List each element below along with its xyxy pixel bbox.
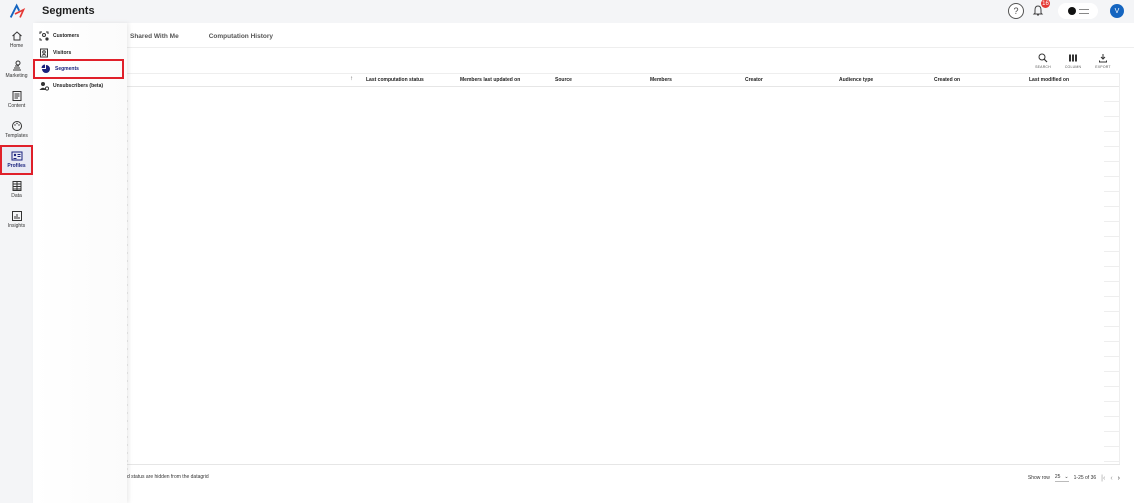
row-separator bbox=[1104, 146, 1120, 147]
sort-ascending-icon[interactable]: ↑ bbox=[350, 76, 353, 82]
grid-bottom-border bbox=[33, 464, 1120, 465]
profile-card-icon bbox=[11, 151, 22, 161]
column-header-created-on[interactable]: Created on bbox=[934, 77, 960, 83]
row-separator bbox=[1104, 326, 1120, 327]
download-icon bbox=[1099, 54, 1107, 63]
columns-icon bbox=[1069, 54, 1077, 62]
row-separator bbox=[1104, 176, 1120, 177]
export-button[interactable]: EXPORT bbox=[1094, 53, 1112, 69]
page-title: Segments bbox=[42, 5, 95, 17]
marketing-icon bbox=[12, 60, 21, 71]
column-header-members-last-updated[interactable]: Members last updated on bbox=[460, 77, 520, 83]
rail-item-content[interactable]: Content bbox=[0, 87, 33, 115]
pie-chart-icon bbox=[41, 64, 50, 73]
top-bar: Segments ? 16 V bbox=[0, 0, 1134, 23]
column-header-creator[interactable]: Creator bbox=[745, 77, 763, 83]
data-icon bbox=[12, 181, 21, 191]
row-separator bbox=[1104, 266, 1120, 267]
row-separator bbox=[1104, 101, 1120, 102]
search-button[interactable]: SEARCH bbox=[1034, 53, 1052, 69]
palette-icon bbox=[11, 121, 22, 131]
row-separator bbox=[1104, 191, 1120, 192]
tab-shared-with-me[interactable]: Shared With Me bbox=[128, 31, 181, 42]
row-separator bbox=[1104, 341, 1120, 342]
row-separator bbox=[1104, 251, 1120, 252]
row-separator bbox=[1104, 401, 1120, 402]
prev-page-icon[interactable]: ‹ bbox=[1110, 475, 1112, 482]
grid-body bbox=[33, 87, 1120, 465]
row-separator bbox=[1104, 356, 1120, 357]
left-rail: Home Marketing Content Templates Profile… bbox=[0, 23, 33, 503]
customers-icon bbox=[39, 31, 49, 41]
tab-bar: Shared With Me Computation History bbox=[128, 31, 275, 42]
show-row-label: Show row bbox=[1027, 475, 1050, 481]
row-separator bbox=[1104, 206, 1120, 207]
row-separator bbox=[1104, 371, 1120, 372]
row-separator bbox=[1104, 311, 1120, 312]
insights-icon bbox=[11, 211, 22, 221]
column-header-last-computation-status[interactable]: Last computation status bbox=[366, 77, 424, 83]
account-logo-icon bbox=[1067, 7, 1076, 15]
submenu-item-customers[interactable]: Customers bbox=[39, 29, 123, 43]
app-logo-icon[interactable] bbox=[9, 3, 26, 20]
tabs-divider bbox=[33, 47, 1134, 48]
grid-scroll-edge bbox=[1119, 73, 1120, 465]
column-header-audience-type[interactable]: Audience type bbox=[839, 77, 873, 83]
chevron-down-icon: ⌄ bbox=[1064, 474, 1069, 480]
row-separator bbox=[1104, 461, 1120, 462]
column-button[interactable]: COLUMN bbox=[1064, 53, 1082, 69]
submenu-item-unsubscribers[interactable]: Unsubscribers (beta) bbox=[39, 79, 123, 93]
row-separator bbox=[1104, 131, 1120, 132]
rows-per-page-select[interactable]: 25 ⌄ bbox=[1054, 474, 1069, 482]
grid-toolbar: SEARCH COLUMN EXPORT bbox=[1034, 53, 1112, 69]
rail-item-home[interactable]: Home bbox=[0, 27, 33, 55]
account-switcher[interactable] bbox=[1058, 3, 1098, 19]
submenu-item-visitors[interactable]: Visitors bbox=[39, 46, 123, 60]
grid-header: e ↑ Last computation status Members last… bbox=[33, 73, 1120, 87]
home-icon bbox=[11, 31, 22, 41]
row-separator bbox=[1104, 221, 1120, 222]
notification-badge: 16 bbox=[1041, 0, 1050, 8]
menu-edge-divider bbox=[127, 100, 128, 470]
rail-item-data[interactable]: Data bbox=[0, 177, 33, 205]
row-separator bbox=[1104, 161, 1120, 162]
rail-item-marketing[interactable]: Marketing bbox=[0, 57, 33, 85]
row-separator bbox=[1104, 296, 1120, 297]
account-name-lines bbox=[1078, 8, 1089, 14]
pagination: Show row 25 ⌄ 1-25 of 36 |‹ ‹ › bbox=[1028, 474, 1120, 482]
row-separator bbox=[1104, 446, 1120, 447]
search-icon bbox=[1038, 53, 1048, 63]
tab-computation-history[interactable]: Computation History bbox=[207, 31, 275, 42]
hidden-status-note: d status are hidden from the datagrid bbox=[127, 474, 209, 480]
help-icon[interactable]: ? bbox=[1008, 3, 1024, 19]
row-separator bbox=[1104, 431, 1120, 432]
visitors-icon bbox=[40, 48, 48, 58]
first-page-icon[interactable]: |‹ bbox=[1101, 475, 1105, 482]
page-range: 1-25 of 36 bbox=[1073, 475, 1097, 481]
notifications-button[interactable]: 16 bbox=[1030, 0, 1050, 19]
content-icon bbox=[12, 91, 21, 101]
next-page-icon[interactable]: › bbox=[1118, 475, 1120, 482]
row-separator bbox=[1104, 116, 1120, 117]
row-separator bbox=[1104, 236, 1120, 237]
profiles-submenu: Customers Visitors Segments Unsubscriber… bbox=[33, 23, 127, 503]
rail-item-profiles[interactable]: Profiles bbox=[0, 145, 33, 175]
avatar[interactable]: V bbox=[1110, 4, 1124, 18]
column-header-source[interactable]: Source bbox=[555, 77, 572, 83]
row-separator bbox=[1104, 281, 1120, 282]
row-separator bbox=[1104, 386, 1120, 387]
top-icons: ? 16 V bbox=[1008, 0, 1124, 19]
column-header-last-modified-on[interactable]: Last modified on bbox=[1029, 77, 1069, 83]
rail-item-templates[interactable]: Templates bbox=[0, 117, 33, 145]
rail-item-insights[interactable]: Insights bbox=[0, 207, 33, 235]
submenu-item-segments[interactable]: Segments bbox=[33, 59, 124, 79]
unsubscribers-icon bbox=[39, 82, 49, 91]
column-header-members[interactable]: Members bbox=[650, 77, 672, 83]
row-separator bbox=[1104, 416, 1120, 417]
main-panel: Shared With Me Computation History SEARC… bbox=[33, 23, 1134, 503]
